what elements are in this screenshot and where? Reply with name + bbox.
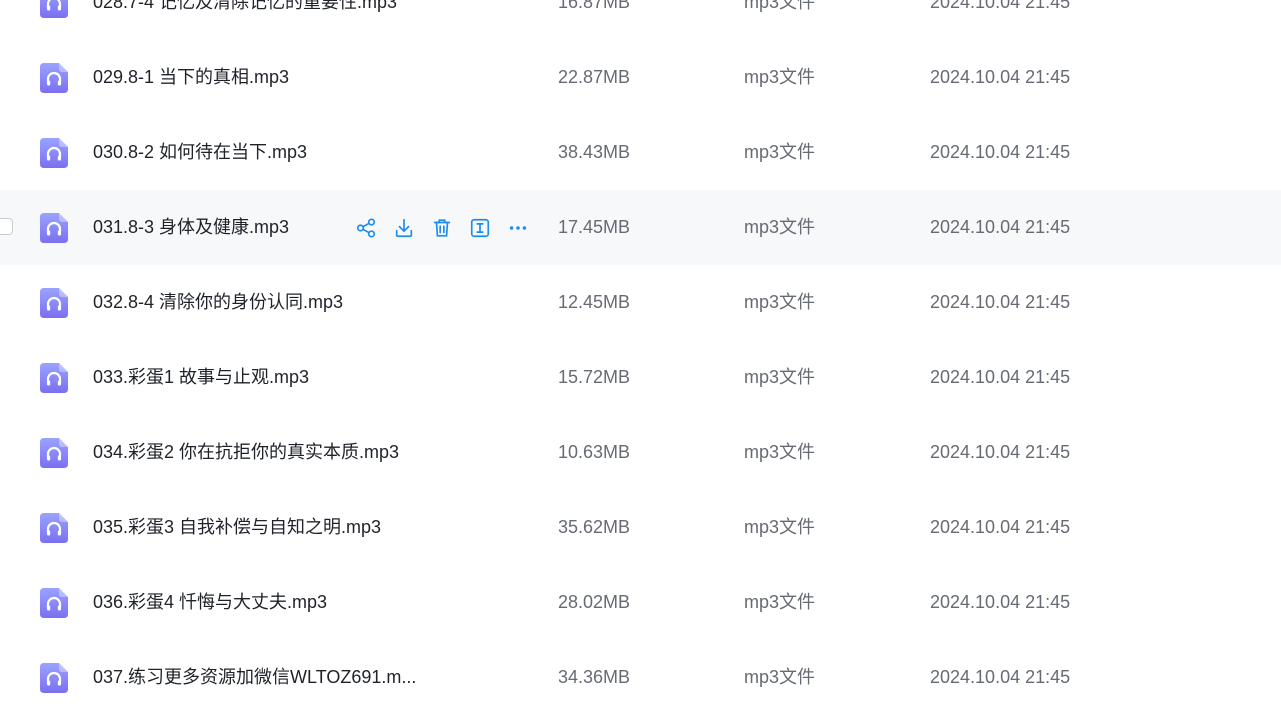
audio-file-icon — [40, 663, 68, 693]
file-name[interactable]: 031.8-3 身体及健康.mp3 — [93, 190, 289, 265]
file-row[interactable]: 034.彩蛋2 你在抗拒你的真实本质.mp3 10.63MB mp3文件 202… — [0, 415, 1281, 490]
file-name[interactable]: 035.彩蛋3 自我补偿与自知之明.mp3 — [93, 490, 381, 565]
file-type: mp3文件 — [744, 592, 816, 612]
file-name[interactable]: 037.练习更多资源加微信WLTOZ691.m... — [93, 640, 416, 715]
file-row[interactable]: 030.8-2 如何待在当下.mp3 38.43MB mp3文件 2024.10… — [0, 115, 1281, 190]
file-type: mp3文件 — [744, 367, 816, 387]
file-type: mp3文件 — [744, 667, 816, 687]
file-size: 38.43MB — [558, 142, 631, 162]
audio-file-icon — [40, 0, 68, 18]
file-row[interactable]: 029.8-1 当下的真相.mp3 22.87MB mp3文件 2024.10.… — [0, 40, 1281, 115]
file-name[interactable]: 030.8-2 如何待在当下.mp3 — [93, 115, 307, 190]
audio-file-icon — [40, 288, 68, 318]
share-icon[interactable] — [354, 216, 378, 240]
file-modified-date: 2024.10.04 21:45 — [930, 67, 1071, 87]
file-list: 028.7-4 记忆及清除记忆的重要性.mp3 16.87MB mp3文件 20… — [0, 0, 1281, 715]
file-name[interactable]: 029.8-1 当下的真相.mp3 — [93, 40, 289, 115]
file-type: mp3文件 — [744, 67, 816, 87]
row-checkbox[interactable] — [0, 218, 13, 235]
download-icon[interactable] — [392, 216, 416, 240]
file-type: mp3文件 — [744, 292, 816, 312]
file-row[interactable]: 037.练习更多资源加微信WLTOZ691.m... 34.36MB mp3文件… — [0, 640, 1281, 715]
row-actions — [354, 216, 530, 240]
file-size: 12.45MB — [558, 292, 631, 312]
audio-file-icon — [40, 438, 68, 468]
file-size: 10.63MB — [558, 442, 631, 462]
file-type: mp3文件 — [744, 0, 816, 12]
file-modified-date: 2024.10.04 21:45 — [930, 442, 1071, 462]
file-modified-date: 2024.10.04 21:45 — [930, 592, 1071, 612]
audio-file-icon — [40, 588, 68, 618]
file-size: 17.45MB — [558, 217, 631, 237]
audio-file-icon — [40, 513, 68, 543]
file-row[interactable]: 033.彩蛋1 故事与止观.mp3 15.72MB mp3文件 2024.10.… — [0, 340, 1281, 415]
file-row[interactable]: 036.彩蛋4 忏悔与大丈夫.mp3 28.02MB mp3文件 2024.10… — [0, 565, 1281, 640]
file-name[interactable]: 028.7-4 记忆及清除记忆的重要性.mp3 — [93, 0, 397, 40]
audio-file-icon — [40, 138, 68, 168]
audio-file-icon — [40, 63, 68, 93]
file-size: 34.36MB — [558, 667, 631, 687]
rename-icon[interactable] — [468, 216, 492, 240]
file-size: 22.87MB — [558, 67, 631, 87]
file-row[interactable]: 032.8-4 清除你的身份认同.mp3 12.45MB mp3文件 2024.… — [0, 265, 1281, 340]
file-modified-date: 2024.10.04 21:45 — [930, 367, 1071, 387]
file-row[interactable]: 035.彩蛋3 自我补偿与自知之明.mp3 35.62MB mp3文件 2024… — [0, 490, 1281, 565]
file-size: 15.72MB — [558, 367, 631, 387]
file-row[interactable]: 028.7-4 记忆及清除记忆的重要性.mp3 16.87MB mp3文件 20… — [0, 0, 1281, 40]
file-modified-date: 2024.10.04 21:45 — [930, 142, 1071, 162]
file-type: mp3文件 — [744, 217, 816, 237]
file-modified-date: 2024.10.04 21:45 — [930, 0, 1071, 12]
more-icon[interactable] — [506, 216, 530, 240]
file-name[interactable]: 033.彩蛋1 故事与止观.mp3 — [93, 340, 309, 415]
delete-icon[interactable] — [430, 216, 454, 240]
file-size: 35.62MB — [558, 517, 631, 537]
file-modified-date: 2024.10.04 21:45 — [930, 217, 1071, 237]
file-type: mp3文件 — [744, 142, 816, 162]
audio-file-icon — [40, 213, 68, 243]
audio-file-icon — [40, 363, 68, 393]
file-row[interactable]: 031.8-3 身体及健康.mp3 17.45MB mp3文件 2024.10.… — [0, 190, 1281, 265]
file-size: 16.87MB — [558, 0, 631, 12]
file-size: 28.02MB — [558, 592, 631, 612]
file-modified-date: 2024.10.04 21:45 — [930, 292, 1071, 312]
file-name[interactable]: 036.彩蛋4 忏悔与大丈夫.mp3 — [93, 565, 327, 640]
file-modified-date: 2024.10.04 21:45 — [930, 667, 1071, 687]
file-name[interactable]: 032.8-4 清除你的身份认同.mp3 — [93, 265, 343, 340]
file-type: mp3文件 — [744, 517, 816, 537]
file-type: mp3文件 — [744, 442, 816, 462]
file-modified-date: 2024.10.04 21:45 — [930, 517, 1071, 537]
file-name[interactable]: 034.彩蛋2 你在抗拒你的真实本质.mp3 — [93, 415, 399, 490]
